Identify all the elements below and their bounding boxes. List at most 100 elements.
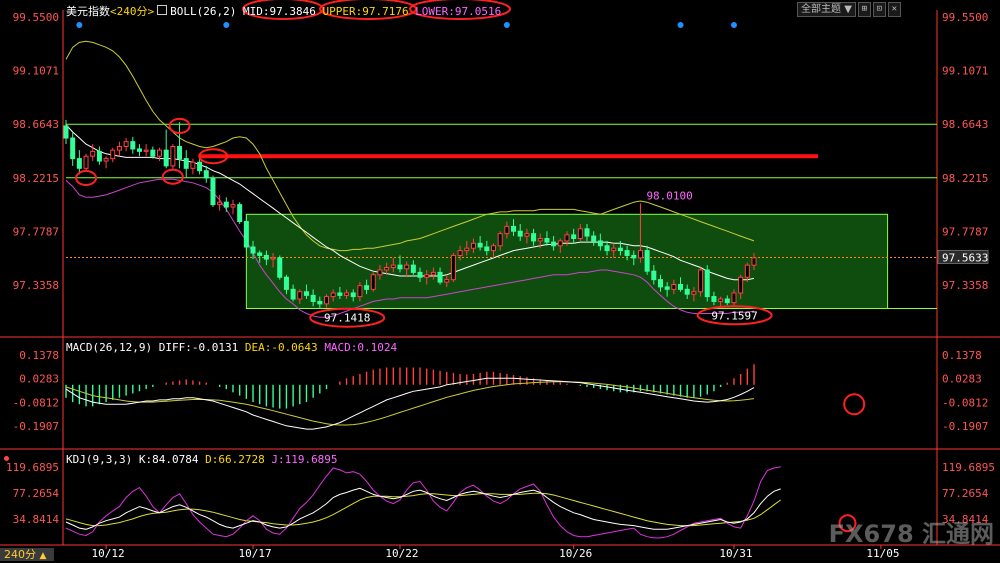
candle-body bbox=[397, 264, 403, 270]
candle-body bbox=[631, 254, 637, 259]
boll-label: BOLL(26,2) bbox=[170, 5, 237, 18]
candle-body bbox=[364, 285, 370, 290]
kdj-header: KDJ(9,3,3) K:84.0784 D:66.2728 J:119.689… bbox=[66, 453, 338, 466]
maximize-icon[interactable]: ⊡ bbox=[872, 2, 886, 17]
candle-body bbox=[250, 246, 256, 254]
candle-body bbox=[484, 246, 490, 252]
candle-body bbox=[531, 233, 537, 242]
candle-body bbox=[370, 274, 376, 290]
macd-y-tick-label: 0.1378 bbox=[942, 349, 982, 362]
macd-dea-line bbox=[65, 381, 755, 426]
y-tick-label: 99.1071 bbox=[942, 65, 988, 78]
price-annotation: 97.1597 bbox=[711, 309, 757, 322]
x-tick-label: 10/12 bbox=[92, 547, 125, 560]
candle-body bbox=[731, 292, 737, 304]
triangle-up-icon: ▲ bbox=[39, 551, 47, 561]
candle-body bbox=[390, 264, 396, 269]
candle-body bbox=[524, 233, 530, 237]
candle-body bbox=[651, 270, 657, 281]
price-annotation: 97.1418 bbox=[324, 312, 370, 325]
candle-body bbox=[611, 247, 617, 252]
macd-y-tick-label: -0.1907 bbox=[13, 420, 59, 433]
candle-body bbox=[644, 250, 650, 272]
candle-body bbox=[324, 296, 330, 305]
candle-body bbox=[504, 225, 510, 235]
candle-body bbox=[277, 257, 283, 278]
x-tick-label: 10/22 bbox=[385, 547, 418, 560]
y-tick-label: 99.5500 bbox=[942, 11, 988, 24]
candle-body bbox=[624, 250, 630, 256]
candle-body bbox=[584, 228, 590, 237]
candle-body bbox=[90, 150, 96, 157]
candle-body bbox=[444, 279, 450, 283]
theme-select-label: 全部主题 bbox=[801, 4, 841, 15]
candle-body bbox=[317, 300, 323, 305]
macd-hist-value: MACD:0.1024 bbox=[324, 341, 398, 354]
candle-body bbox=[738, 276, 744, 294]
kdj-marker-icon bbox=[4, 456, 9, 461]
candle-body bbox=[417, 271, 423, 278]
x-tick-label: 10/26 bbox=[559, 547, 592, 560]
kdj-j-value: J:119.6895 bbox=[271, 453, 338, 466]
grid-toggle-icon[interactable]: ⊞ bbox=[857, 2, 871, 17]
close-icon[interactable]: ✕ bbox=[887, 2, 901, 17]
candle-body bbox=[150, 149, 156, 157]
candle-body bbox=[344, 292, 350, 296]
candle-body bbox=[597, 240, 603, 247]
candle-body bbox=[464, 247, 470, 252]
kdj-y-tick-label: 119.6895 bbox=[6, 461, 59, 474]
candle-body bbox=[430, 271, 436, 276]
chart-toolbar: 全部主题 ▼ ⊞ ⊡ ✕ bbox=[797, 2, 901, 17]
candle-body bbox=[450, 254, 456, 281]
y-tick-label: 98.2215 bbox=[13, 172, 59, 185]
candle-body bbox=[617, 247, 623, 252]
candle-body bbox=[70, 137, 76, 160]
candle-body bbox=[337, 292, 343, 296]
event-marker bbox=[503, 22, 510, 28]
candle-body bbox=[183, 158, 189, 169]
kdj-y-tick-label: 77.2654 bbox=[942, 487, 989, 500]
candle-body bbox=[210, 177, 216, 206]
candle-body bbox=[357, 285, 363, 298]
macd-highlight-circle bbox=[843, 393, 866, 416]
period-tab[interactable]: 240分 ▲ bbox=[0, 548, 54, 561]
candle-body bbox=[657, 279, 663, 288]
candle-body bbox=[237, 204, 243, 223]
candle-body bbox=[678, 283, 684, 290]
current-price-tag-text: 97.5633 bbox=[942, 251, 988, 264]
range-box bbox=[245, 213, 889, 309]
candle-body bbox=[203, 170, 209, 179]
watermark-logo: FX678 汇通网 bbox=[829, 514, 994, 549]
candle-body bbox=[564, 234, 570, 242]
y-tick-label: 99.5500 bbox=[13, 11, 59, 24]
period-tab-label: 240分 bbox=[4, 548, 36, 561]
chevron-down-icon: ▼ bbox=[844, 4, 852, 15]
macd-dea-value: DEA:-0.0643 bbox=[244, 341, 318, 354]
event-marker bbox=[677, 22, 684, 28]
theme-select-button[interactable]: 全部主题 ▼ bbox=[797, 2, 856, 17]
candle-body bbox=[424, 274, 430, 278]
candle-body bbox=[157, 149, 163, 157]
candle-body bbox=[83, 155, 89, 169]
candle-body bbox=[537, 237, 543, 242]
candle-body bbox=[170, 146, 176, 167]
macd-diff-value: DIFF:-0.0131 bbox=[158, 341, 239, 354]
chart-stage: 97.1418 98.0100 97.1597 99.5500 99.5500 99.10… bbox=[0, 0, 1000, 560]
candle-body bbox=[143, 149, 149, 152]
period-label: <240分> bbox=[110, 5, 155, 18]
candle-body bbox=[330, 292, 336, 298]
boll-mid-value: MID:97.3846 bbox=[242, 5, 316, 18]
candle-body bbox=[350, 292, 356, 298]
kdj-d-value: D:66.2728 bbox=[205, 453, 265, 466]
candle-body bbox=[724, 298, 730, 304]
candle-body bbox=[591, 235, 597, 242]
candle-body bbox=[96, 150, 102, 162]
price-annotation: 98.0100 bbox=[646, 189, 692, 202]
instrument-name: 美元指数 bbox=[66, 5, 110, 18]
candle-body bbox=[711, 296, 717, 302]
candle-body bbox=[577, 228, 583, 239]
candle-body bbox=[303, 291, 309, 296]
boll-upper-value: UPPER:97.7176 bbox=[322, 5, 409, 18]
candle-body bbox=[410, 264, 416, 273]
x-tick-label: 10/17 bbox=[238, 547, 271, 560]
